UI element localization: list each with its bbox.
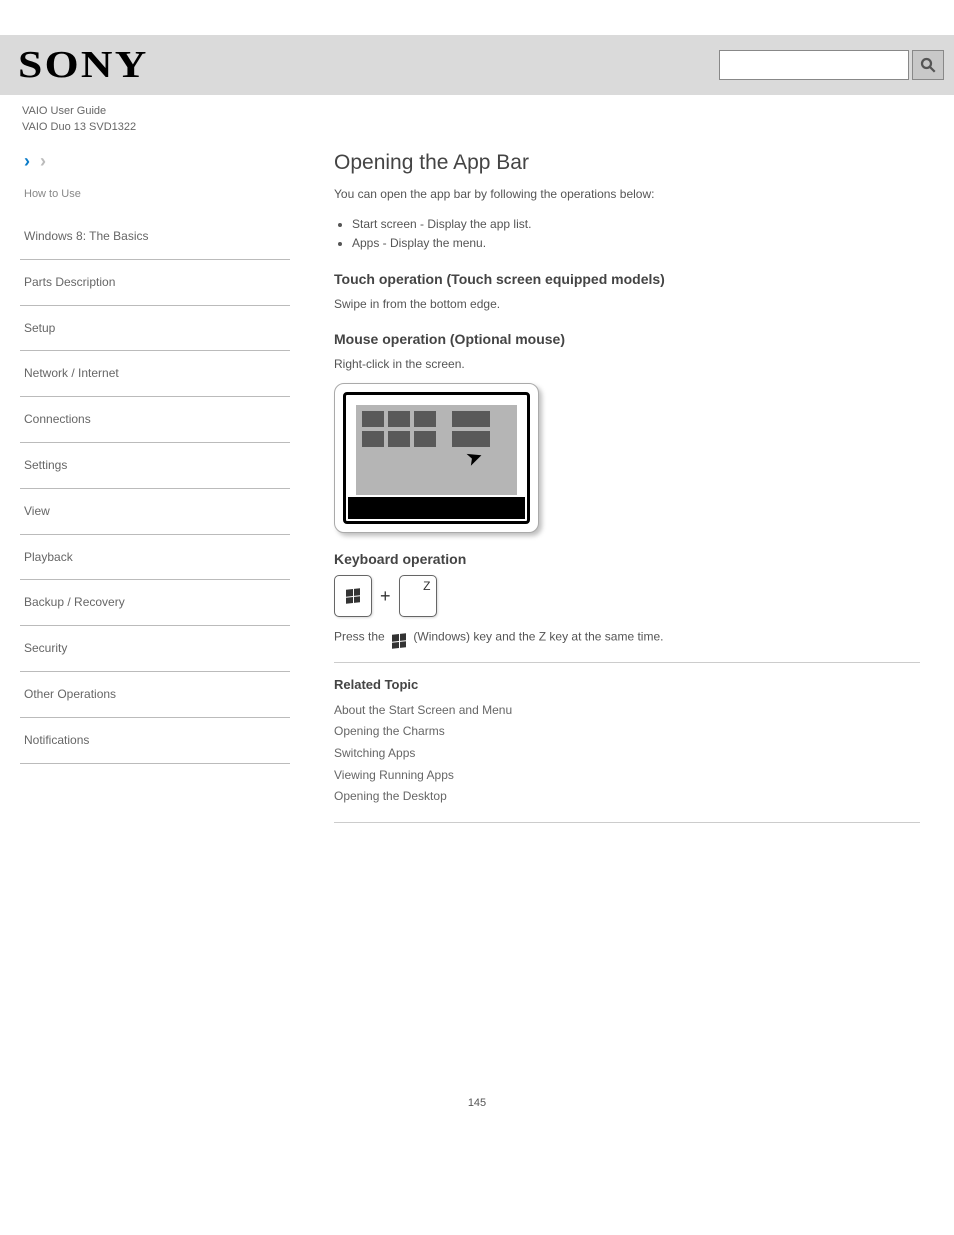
sidebar-item[interactable]: Other Operations [20,672,290,718]
sidebar-item[interactable]: Backup / Recovery [20,580,290,626]
windows-key [334,575,372,617]
sidebar-item[interactable]: Windows 8: The Basics [20,214,290,260]
sidebar-item[interactable]: View [20,489,290,535]
page-title: Opening the App Bar [334,151,920,175]
keyboard-heading: Keyboard operation [334,551,920,567]
intro-text: You can open the app bar by following th… [334,185,920,203]
mouse-instruction: Right-click in the screen. [334,355,920,373]
key-combo: + [334,575,920,617]
main-content: Opening the App Bar You can open the app… [310,151,934,837]
related-link[interactable]: Viewing Running Apps [334,765,920,787]
sidebar-item[interactable]: Setup [20,306,290,352]
how-to-use-label: How to Use [20,188,290,200]
mouse-heading: Mouse operation (Optional mouse) [334,331,920,347]
sidebar-item[interactable]: Settings [20,443,290,489]
divider [334,822,920,823]
z-key [399,575,437,617]
touch-instruction: Swipe in from the bottom edge. [334,295,920,313]
bullet-list: Start screen - Display the app list. App… [334,215,920,253]
bullet-item: Start screen - Display the app list. [352,215,920,234]
plus-icon: + [380,586,391,607]
header-bar: SONY [0,35,954,95]
sidebar-item[interactable]: Connections [20,397,290,443]
search-button[interactable] [912,50,944,80]
brand-logo: SONY [18,43,149,87]
related-link[interactable]: Opening the Charms [334,721,920,743]
sidebar-item[interactable]: Security [20,626,290,672]
sidebar-item[interactable]: Network / Internet [20,351,290,397]
search-input[interactable] [719,50,909,80]
sidebar-item[interactable]: Notifications [20,718,290,764]
nav-chevrons: › › [20,151,290,172]
sidebar: › › How to Use Windows 8: The Basics Par… [20,151,310,837]
related-link[interactable]: About the Start Screen and Menu [334,700,920,722]
related-list: About the Start Screen and Menu Opening … [334,700,920,808]
related-link[interactable]: Switching Apps [334,743,920,765]
bullet-item: Apps - Display the menu. [352,234,920,253]
chevron-back-icon[interactable]: › [24,151,30,172]
related-link[interactable]: Opening the Desktop [334,786,920,808]
sidebar-item[interactable]: Parts Description [20,260,290,306]
windows-icon-inline [392,633,406,648]
windows-icon [346,589,360,604]
search-icon [919,56,937,74]
page-number: 145 [0,1097,954,1139]
search-group [719,50,944,80]
divider [334,662,920,663]
keyboard-instruction: Press the (Windows) key and the Z key at… [334,627,920,648]
touch-heading: Touch operation (Touch screen equipped m… [334,271,920,287]
product-line: VAIO User Guide [0,95,954,121]
product-name: VAIO Duo 13 SVD1322 [0,121,954,151]
screen-illustration: ➤ [334,383,539,533]
chevron-forward-icon[interactable]: › [40,151,46,172]
sidebar-item[interactable]: Playback [20,535,290,581]
related-heading: Related Topic [334,677,920,692]
